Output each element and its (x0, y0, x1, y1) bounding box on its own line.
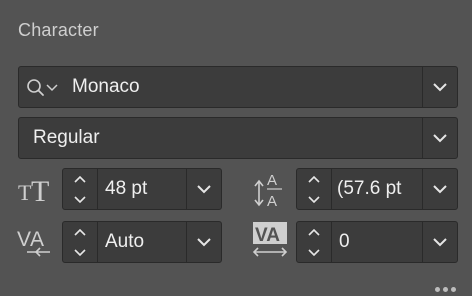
kerning-decrement-button[interactable] (63, 242, 97, 262)
leading-dropdown-button[interactable] (422, 169, 457, 209)
tracking-dropdown-button[interactable] (422, 222, 457, 262)
chevron-up-icon (308, 175, 320, 183)
leading-value[interactable]: (57.6 pt (337, 169, 421, 209)
svg-text:A: A (267, 193, 277, 210)
tracking-icon: VA (250, 221, 292, 266)
chevron-down-icon (74, 195, 86, 203)
more-dot (451, 287, 456, 292)
chevron-down-icon (197, 184, 211, 193)
kerning-field[interactable]: Auto (62, 221, 222, 263)
leading-field[interactable]: (57.6 pt (296, 168, 458, 210)
font-family-value[interactable]: Monaco (72, 67, 417, 107)
tracking-decrement-button[interactable] (297, 242, 331, 262)
font-family-field[interactable]: Monaco (18, 66, 458, 108)
chevron-down-icon (308, 195, 320, 203)
font-size-value[interactable]: 48 pt (105, 169, 181, 209)
font-style-field[interactable]: Regular (18, 117, 458, 159)
font-family-dropdown-button[interactable] (422, 67, 457, 107)
more-icon[interactable] (435, 287, 456, 292)
font-size-icon: T T (16, 172, 58, 211)
font-style-dropdown-button[interactable] (422, 118, 457, 158)
chevron-down-icon (433, 237, 447, 246)
kerning-icon: V A (16, 222, 56, 265)
leading-increment-button[interactable] (297, 169, 331, 189)
tracking-value[interactable]: 0 (339, 222, 417, 262)
chevron-up-icon (308, 228, 320, 236)
font-style-value[interactable]: Regular (33, 118, 417, 158)
svg-text:T: T (31, 175, 49, 206)
font-size-decrement-button[interactable] (63, 189, 97, 209)
leading-decrement-button[interactable] (297, 189, 331, 209)
kerning-stepper[interactable] (63, 222, 98, 262)
svg-text:A: A (30, 228, 44, 251)
tracking-increment-button[interactable] (297, 222, 331, 242)
panel-title: Character (18, 20, 99, 40)
font-size-field[interactable]: 48 pt (62, 168, 222, 210)
search-icon[interactable] (25, 77, 65, 99)
leading-icon: A A (250, 168, 294, 215)
chevron-down-icon (74, 248, 86, 256)
font-size-stepper[interactable] (63, 169, 98, 209)
more-dot (435, 287, 440, 292)
chevron-up-icon (74, 175, 86, 183)
chevron-down-icon (197, 237, 211, 246)
svg-text:T: T (18, 180, 32, 205)
chevron-up-icon (74, 228, 86, 236)
chevron-down-icon (433, 82, 447, 91)
tracking-field[interactable]: 0 (296, 221, 458, 263)
kerning-dropdown-button[interactable] (186, 222, 221, 262)
kerning-increment-button[interactable] (63, 222, 97, 242)
svg-text:VA: VA (255, 225, 280, 246)
svg-text:V: V (17, 228, 31, 251)
svg-text:A: A (267, 172, 277, 189)
chevron-down-icon (308, 248, 320, 256)
leading-stepper[interactable] (297, 169, 332, 209)
font-size-increment-button[interactable] (63, 169, 97, 189)
kerning-value[interactable]: Auto (105, 222, 181, 262)
more-dot (443, 287, 448, 292)
tracking-stepper[interactable] (297, 222, 332, 262)
chevron-down-icon (433, 133, 447, 142)
font-size-dropdown-button[interactable] (186, 169, 221, 209)
chevron-down-icon (433, 184, 447, 193)
